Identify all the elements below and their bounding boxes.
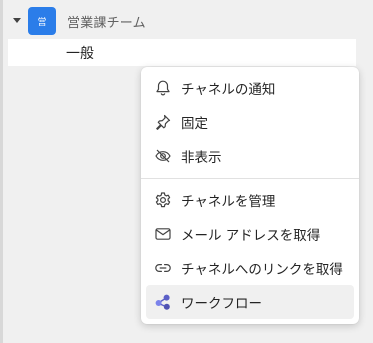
workflow-icon	[153, 292, 173, 312]
menu-item-channel-notifications[interactable]: チャネルの通知	[146, 71, 354, 105]
menu-item-workflow[interactable]: ワークフロー	[146, 285, 354, 319]
menu-item-manage-channel[interactable]: チャネルを管理	[146, 183, 354, 217]
teams-sidebar: 営 営業課チーム 一般 チャネルの通知 固定 非表示 チャネルを管理 メール ア…	[0, 0, 373, 343]
menu-item-get-email-address[interactable]: メール アドレスを取得	[146, 217, 354, 251]
channel-name: 一般	[66, 45, 94, 62]
menu-item-label: チャネルの通知	[181, 82, 276, 98]
pin-icon	[153, 112, 173, 132]
bell-icon	[153, 78, 173, 98]
gear-icon	[153, 190, 173, 210]
left-rail-divider	[0, 0, 3, 343]
channel-context-menu: チャネルの通知 固定 非表示 チャネルを管理 メール アドレスを取得 チャネルへ…	[141, 67, 359, 324]
eye-off-icon	[153, 146, 173, 166]
menu-divider	[141, 178, 359, 179]
menu-item-label: チャネルへのリンクを取得	[181, 262, 343, 278]
menu-item-pin[interactable]: 固定	[146, 105, 354, 139]
menu-item-label: メール アドレスを取得	[181, 228, 321, 244]
channel-item-general[interactable]: 一般	[8, 39, 356, 66]
menu-item-label: チャネルを管理	[181, 194, 276, 210]
team-avatar: 営	[28, 7, 56, 35]
menu-item-get-channel-link[interactable]: チャネルへのリンクを取得	[146, 251, 354, 285]
team-name: 営業課チーム	[67, 15, 146, 31]
mail-icon	[153, 224, 173, 244]
menu-item-label: 固定	[181, 116, 208, 132]
link-icon	[153, 258, 173, 278]
chevron-down-icon[interactable]	[12, 16, 22, 26]
menu-item-label: 非表示	[181, 150, 222, 166]
menu-item-hide[interactable]: 非表示	[146, 139, 354, 173]
team-row[interactable]: 営 営業課チーム	[12, 7, 146, 35]
menu-item-label: ワークフロー	[181, 296, 262, 312]
